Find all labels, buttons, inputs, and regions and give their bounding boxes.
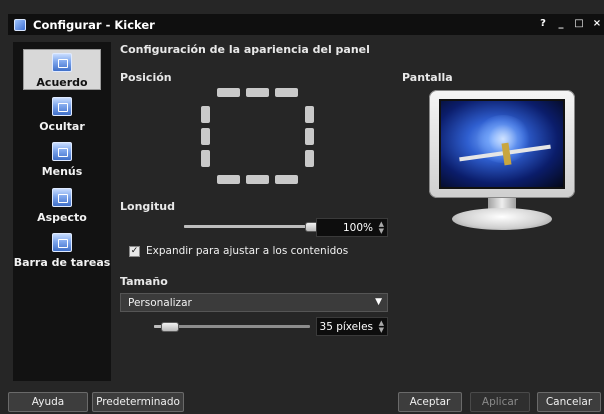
taskbar-icon bbox=[52, 233, 72, 252]
help-button[interactable]: Ayuda bbox=[8, 392, 88, 412]
size-value: 35 píxeles bbox=[319, 320, 373, 333]
length-label: Longitud bbox=[120, 200, 176, 213]
sidebar-item-barra-de-tareas[interactable]: Barra de tareas bbox=[13, 233, 111, 269]
maximize-icon[interactable]: □ bbox=[572, 16, 586, 31]
sidebar: Acuerdo Ocultar Menús Aspecto Barra de t… bbox=[13, 42, 111, 381]
sidebar-item-ocultar[interactable]: Ocultar bbox=[13, 97, 111, 133]
screen-label: Pantalla bbox=[402, 71, 453, 84]
length-spinbox[interactable]: 100% ▲ ▼ bbox=[316, 218, 388, 237]
spin-arrows-icon[interactable]: ▲ ▼ bbox=[379, 221, 384, 235]
close-icon[interactable]: × bbox=[590, 16, 604, 31]
sidebar-item-aspecto[interactable]: Aspecto bbox=[13, 188, 111, 224]
chevron-down-icon: ▼ bbox=[375, 297, 382, 307]
position-right-top[interactable] bbox=[305, 106, 314, 123]
position-left-bottom[interactable] bbox=[201, 150, 210, 167]
apply-button[interactable]: Aplicar bbox=[470, 392, 530, 412]
expand-checkbox[interactable]: ✓ bbox=[129, 246, 140, 257]
size-spinbox[interactable]: 35 píxeles ▲ ▼ bbox=[316, 317, 388, 336]
panel-icon bbox=[52, 188, 72, 207]
window-title: Configurar - Kicker bbox=[33, 17, 155, 32]
spin-arrows-icon[interactable]: ▲ ▼ bbox=[379, 320, 384, 334]
position-bottom-center[interactable] bbox=[246, 175, 269, 184]
position-right-bottom[interactable] bbox=[305, 150, 314, 167]
window-controls: ? _ □ × bbox=[536, 16, 604, 31]
wallpaper-preview bbox=[439, 99, 565, 189]
sidebar-item-menus[interactable]: Menús bbox=[13, 142, 111, 178]
minimize-icon[interactable]: _ bbox=[554, 16, 568, 31]
position-left-top[interactable] bbox=[201, 106, 210, 123]
length-slider-fill bbox=[184, 225, 314, 228]
defaults-button[interactable]: Predeterminado bbox=[92, 392, 184, 412]
length-value: 100% bbox=[342, 221, 373, 234]
size-label: Tamaño bbox=[120, 275, 168, 288]
page-title: Configuración de la apariencia del panel bbox=[120, 43, 370, 56]
panel-icon bbox=[52, 142, 72, 161]
sidebar-item-label: Aspecto bbox=[37, 211, 87, 224]
size-slider-handle[interactable] bbox=[161, 322, 179, 332]
panel-icon bbox=[52, 53, 72, 72]
size-select-value: Personalizar bbox=[128, 296, 192, 309]
screen-preview bbox=[429, 90, 575, 198]
position-label: Posición bbox=[120, 71, 172, 84]
position-bottom-left[interactable] bbox=[217, 175, 240, 184]
kicker-config-window: Configurar - Kicker ? _ □ × Acuerdo Ocul… bbox=[0, 0, 604, 414]
help-icon[interactable]: ? bbox=[536, 16, 550, 31]
panel-icon bbox=[52, 97, 72, 116]
position-left-center[interactable] bbox=[201, 128, 210, 145]
sidebar-item-label: Barra de tareas bbox=[13, 256, 111, 269]
position-top-center[interactable] bbox=[246, 88, 269, 97]
position-bottom-right[interactable] bbox=[275, 175, 298, 184]
sidebar-item-label: Menús bbox=[41, 165, 83, 178]
position-top-right[interactable] bbox=[275, 88, 298, 97]
accept-button[interactable]: Aceptar bbox=[398, 392, 462, 412]
monitor-base bbox=[452, 208, 552, 230]
app-icon bbox=[14, 18, 26, 31]
size-select[interactable]: Personalizar ▼ bbox=[120, 293, 388, 312]
title-bar[interactable]: Configurar - Kicker ? _ □ × bbox=[8, 14, 604, 35]
sidebar-item-label: Ocultar bbox=[39, 120, 85, 133]
position-top-left[interactable] bbox=[217, 88, 240, 97]
main-content: Configuración de la apariencia del panel… bbox=[118, 42, 598, 382]
sidebar-item-label: Acuerdo bbox=[36, 76, 88, 89]
position-right-center[interactable] bbox=[305, 128, 314, 145]
cancel-button[interactable]: Cancelar bbox=[537, 392, 601, 412]
expand-checkbox-label[interactable]: Expandir para ajustar a los contenidos bbox=[146, 245, 348, 257]
button-bar: Ayuda Predeterminado Aceptar Aplicar Can… bbox=[0, 392, 604, 414]
sidebar-item-acuerdo[interactable]: Acuerdo bbox=[23, 49, 101, 90]
